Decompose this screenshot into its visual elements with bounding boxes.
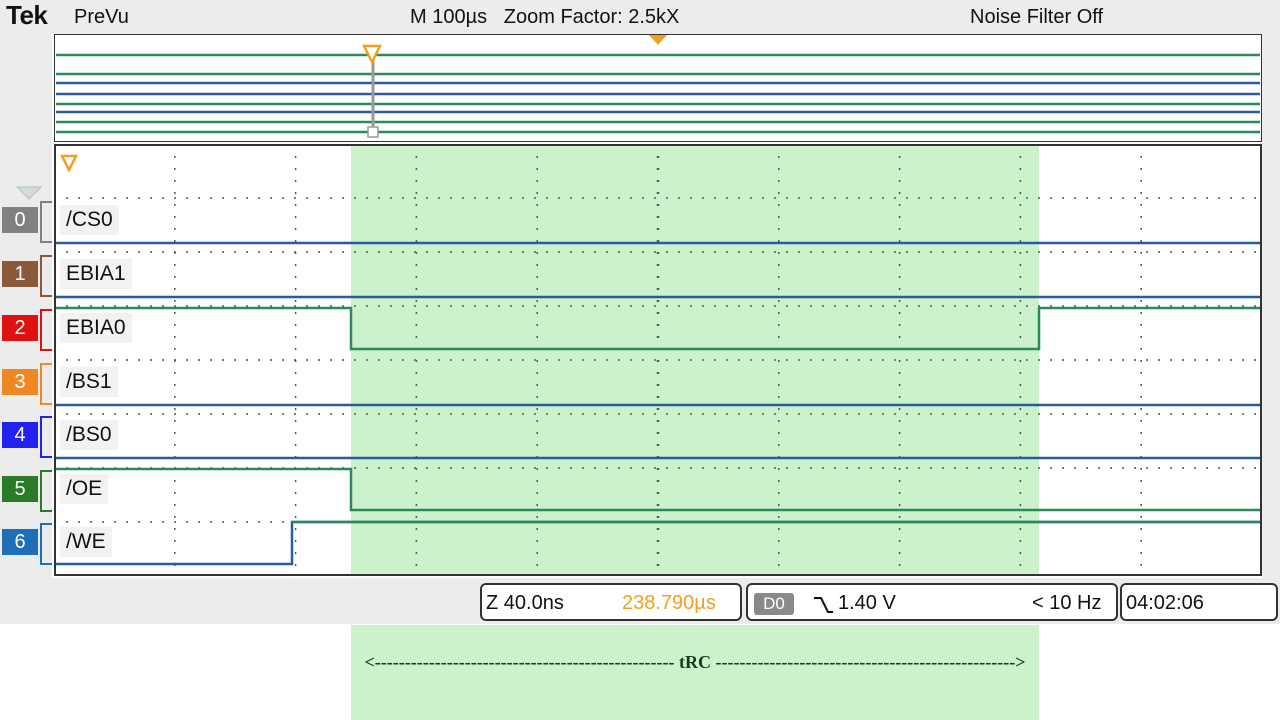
channel-1-label: EBIA1 bbox=[60, 259, 132, 289]
channel-0-label: /CS0 bbox=[60, 205, 119, 235]
channel-5-badge[interactable]: 5 bbox=[2, 476, 38, 502]
channel-5-label: /OE bbox=[60, 474, 109, 504]
channel-4-label: /BS0 bbox=[60, 420, 118, 450]
zoom-time-readout[interactable]: Z 40.0ns 238.790µs bbox=[480, 583, 742, 621]
channel-3-label: /BS1 bbox=[60, 367, 118, 397]
channel-2-label: EBIA0 bbox=[60, 313, 132, 343]
timebase-label: M 100µs bbox=[410, 6, 488, 28]
trc-annotation-label: <---------------------------------------… bbox=[364, 652, 1026, 672]
waveform-display[interactable] bbox=[54, 144, 1262, 576]
trigger-marker-icon bbox=[60, 154, 79, 173]
falling-edge-icon bbox=[814, 597, 833, 613]
channel-6-bracket bbox=[40, 523, 52, 565]
channel-6-label: /WE bbox=[60, 527, 112, 557]
clock-label: 04:02:06 bbox=[1126, 592, 1204, 614]
channel-1-bracket bbox=[40, 255, 52, 297]
channel-6-badge[interactable]: 6 bbox=[2, 529, 38, 555]
clock-readout: 04:02:06 bbox=[1120, 583, 1278, 621]
trigger-level-label: 1.40 V bbox=[838, 592, 896, 614]
channel-2-badge[interactable]: 2 bbox=[2, 315, 38, 341]
channel-1-badge[interactable]: 1 bbox=[2, 261, 38, 287]
tek-logo: Tek bbox=[6, 0, 48, 30]
prevu-mode-label: PreVu bbox=[74, 6, 129, 28]
channel-2-bracket bbox=[40, 309, 52, 351]
trigger-position-icon bbox=[649, 35, 667, 45]
channel-0-badge[interactable]: 0 bbox=[2, 207, 38, 233]
channel-4-bracket bbox=[40, 416, 52, 458]
channel-4-badge[interactable]: 4 bbox=[2, 422, 38, 448]
zoom-overview-panel[interactable] bbox=[54, 34, 1262, 142]
channel-3-bracket bbox=[40, 363, 52, 405]
right-margin bbox=[1262, 34, 1280, 624]
timebase-readout: M 100µs Zoom Factor: 2.5kX bbox=[410, 6, 679, 29]
trigger-source-badge: D0 bbox=[754, 593, 794, 615]
trigger-frequency-label: < 10 Hz bbox=[1032, 592, 1102, 614]
zoom-position-label: 238.790µs bbox=[622, 592, 716, 614]
channel-3-badge[interactable]: 3 bbox=[2, 369, 38, 395]
channel-0-bracket bbox=[40, 201, 52, 243]
channel-5-bracket bbox=[40, 470, 52, 512]
zoom-position-marker-icon[interactable] bbox=[362, 44, 382, 66]
noise-filter-label: Noise Filter Off bbox=[970, 6, 1103, 28]
zoom-factor-label: Zoom Factor: 2.5kX bbox=[503, 6, 680, 28]
trigger-readout[interactable]: D0 1.40 V < 10 Hz bbox=[746, 583, 1118, 621]
zoom-time-label: Z 40.0ns bbox=[486, 592, 564, 614]
ground-reference-icon bbox=[16, 186, 42, 200]
